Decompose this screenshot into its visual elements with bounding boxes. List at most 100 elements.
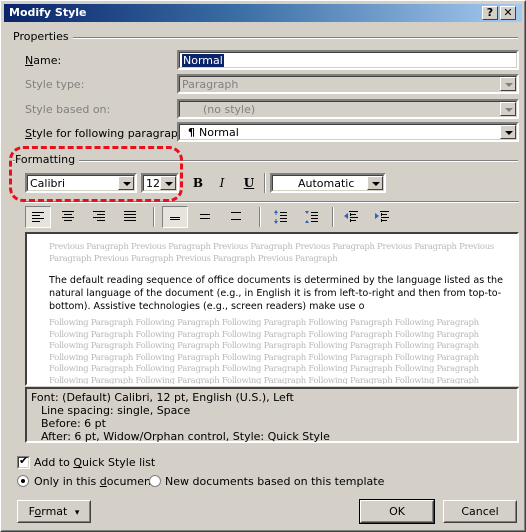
underline-button[interactable]: U — [238, 173, 260, 193]
font-size-select[interactable]: 12 — [141, 173, 179, 193]
double-spacing-icon — [231, 212, 241, 220]
title-bar[interactable]: Modify Style ? ✕ — [4, 4, 522, 22]
double-spacing-button[interactable] — [224, 206, 250, 228]
following-style-label: Style for following paragraph: — [25, 127, 189, 140]
based-on-select: (no style) — [177, 99, 519, 119]
bold-button[interactable]: B — [187, 173, 209, 193]
justify-icon — [124, 211, 136, 221]
increase-indent-button[interactable] — [370, 206, 396, 228]
increase-indent-icon — [375, 211, 389, 223]
italic-icon: I — [219, 176, 225, 190]
new-documents-radio[interactable] — [149, 475, 161, 487]
quick-style-text: Add to — [34, 456, 74, 469]
only-this-document-radio[interactable] — [17, 475, 29, 487]
formatting-toolbar-divider — [25, 201, 519, 203]
toolbar-separator — [259, 207, 261, 227]
ok-label: OK — [389, 505, 405, 518]
quick-style-label[interactable]: Add to Quick Style list — [34, 456, 155, 469]
name-label-accel: N — [25, 54, 34, 67]
justify-button[interactable] — [118, 206, 144, 228]
font-size-value: 12 — [146, 177, 160, 190]
ok-button[interactable]: OK — [359, 499, 435, 524]
style-preview: Previous Paragraph Previous Paragraph Pr… — [25, 232, 519, 386]
new-documents-label[interactable]: New documents based on this template — [165, 475, 384, 488]
preview-line: Following Paragraph Following Paragraph … — [49, 375, 479, 386]
properties-divider — [13, 37, 518, 39]
name-input[interactable]: Normal — [177, 50, 519, 70]
space-before-decrease-icon — [305, 211, 318, 223]
format-menu-button[interactable]: Format ▾ — [17, 500, 91, 523]
preview-line: Following Paragraph Following Paragraph … — [49, 329, 479, 340]
cancel-button[interactable]: Cancel — [443, 500, 517, 523]
align-center-icon — [62, 211, 74, 221]
align-left-button[interactable] — [25, 206, 51, 228]
quick-style-text-rest: uick Style list — [82, 456, 156, 469]
space-before-decrease-button[interactable] — [299, 206, 325, 228]
paragraph-mark-icon: ¶ — [188, 126, 195, 139]
description-line: After: 6 pt, Widow/Orphan control, Style… — [41, 430, 330, 443]
only-doc-accel: d — [99, 475, 107, 488]
font-size-dropdown-icon[interactable] — [160, 176, 176, 190]
preview-line: Following Paragraph Following Paragraph … — [49, 352, 479, 363]
align-center-button[interactable] — [56, 206, 82, 228]
preview-line: Following Paragraph Following Paragraph … — [49, 318, 479, 328]
font-color-select[interactable]: Automatic — [270, 173, 386, 193]
toolbar-separator — [332, 207, 334, 227]
font-color-value: Automatic — [298, 177, 355, 190]
name-label: Name: — [25, 54, 61, 67]
based-on-dropdown-icon — [500, 102, 516, 116]
preview-line: Following Paragraph Following Paragraph … — [49, 364, 479, 374]
style-type-dropdown-icon — [500, 77, 516, 91]
following-paragraph-preview: Following Paragraph Following Paragraph … — [49, 318, 479, 386]
following-style-select[interactable]: ¶ Normal — [177, 122, 519, 142]
decrease-indent-button[interactable] — [339, 206, 365, 228]
description-line: Font: (Default) Calibri, 12 pt, English … — [31, 391, 294, 404]
help-icon: ? — [486, 6, 494, 19]
following-style-value: Normal — [199, 126, 239, 139]
space-before-increase-button[interactable] — [268, 206, 294, 228]
based-on-label: Style based on: — [25, 103, 111, 116]
checkmark-icon: ✔ — [19, 454, 29, 467]
quick-style-checkbox[interactable]: ✔ — [17, 454, 30, 469]
quick-style-accel: Q — [73, 456, 83, 469]
font-name-dropdown-icon[interactable] — [118, 176, 134, 190]
cancel-label: Cancel — [461, 505, 499, 518]
single-spacing-button[interactable] — [162, 206, 188, 228]
decrease-indent-icon — [344, 211, 358, 223]
sample-paragraph-preview: The default reading sequence of office d… — [49, 275, 503, 312]
following-label-text: tyle for following paragraph: — [31, 127, 189, 140]
font-color-dropdown-icon[interactable] — [367, 176, 383, 190]
one-half-spacing-icon — [200, 214, 210, 219]
based-on-value: (no style) — [203, 103, 256, 116]
one-half-spacing-button[interactable] — [193, 206, 219, 228]
following-style-dropdown-icon[interactable] — [500, 125, 516, 139]
toolbar-separator — [153, 207, 155, 227]
preview-line: Paragraph Previous Paragraph Previous Pa… — [49, 253, 338, 264]
name-input-value: Normal — [182, 54, 224, 67]
dialog-title: Modify Style — [9, 6, 87, 19]
only-this-document-label[interactable]: Only in this document — [34, 475, 155, 488]
properties-group-label: Properties — [13, 30, 73, 43]
format-text-rest: rmat — [41, 505, 68, 518]
formatting-group-label: Formatting — [15, 153, 80, 166]
style-type-label: Style type: — [25, 78, 85, 91]
toolbar-separator — [264, 173, 266, 193]
radio-selected-dot — [21, 479, 25, 483]
help-button[interactable]: ? — [482, 6, 498, 20]
style-type-select: Paragraph — [177, 74, 519, 94]
italic-button[interactable]: I — [211, 173, 233, 193]
align-right-button[interactable] — [87, 206, 113, 228]
formatting-divider — [13, 160, 518, 162]
modify-style-dialog: Modify Style ? ✕ Properties Name: Normal… — [0, 0, 526, 532]
name-label-text: ame: — [33, 54, 62, 67]
close-button[interactable]: ✕ — [500, 6, 516, 20]
description-line: Before: 6 pt — [41, 417, 106, 430]
underline-icon: U — [243, 176, 255, 190]
following-label-accel: S — [25, 127, 32, 140]
style-type-value: Paragraph — [182, 78, 239, 91]
only-doc-text: Only in this — [34, 475, 100, 488]
align-right-icon — [93, 211, 105, 221]
font-name-select[interactable]: Calibri — [25, 173, 137, 193]
previous-paragraph-preview: Previous Paragraph Previous Paragraph Pr… — [49, 242, 494, 265]
style-description: Font: (Default) Calibri, 12 pt, English … — [25, 387, 519, 443]
